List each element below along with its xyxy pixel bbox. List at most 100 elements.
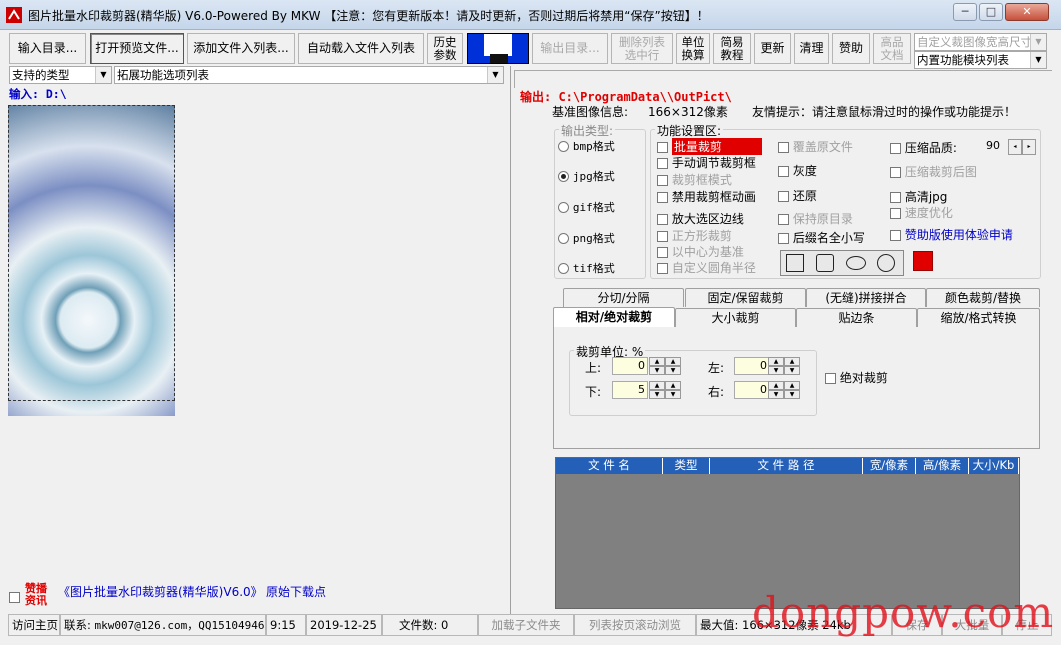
left-down-fast-button[interactable]: ▼ xyxy=(784,366,800,375)
right-down-fast-button[interactable]: ▼ xyxy=(784,390,800,399)
tutorial-button[interactable]: 简易 教程 xyxy=(713,33,751,64)
bottom-down-fast-button[interactable]: ▼ xyxy=(665,390,681,399)
page-scroll-button[interactable]: 列表按页滚动浏览 xyxy=(574,614,696,636)
history-params-button[interactable]: 历史 参数 xyxy=(427,33,463,64)
load-subfolder-button[interactable]: 加载子文件夹 xyxy=(478,614,574,636)
right-down-button[interactable]: ▼ xyxy=(768,390,784,399)
module-list-combo[interactable]: 内置功能模块列表 ▼ xyxy=(914,51,1047,69)
col-filename[interactable]: 文 件 名 xyxy=(556,458,663,474)
splitter[interactable] xyxy=(510,66,511,614)
close-button[interactable]: ✕ xyxy=(1005,3,1049,21)
tab-split[interactable]: 分切/分隔 xyxy=(563,288,684,307)
check-square-crop[interactable]: 正方形裁剪 xyxy=(657,227,732,244)
radio-tif[interactable]: tif格式 xyxy=(558,260,615,276)
check-disable-animation[interactable]: 禁用裁剪框动画 xyxy=(657,188,756,205)
check-trial-apply[interactable]: 赞助版使用体验申请 xyxy=(890,226,1013,243)
update-button[interactable]: 更新 xyxy=(754,33,791,64)
check-manual-adjust[interactable]: 手动调节裁剪框 xyxy=(657,154,756,171)
radio-png[interactable]: png格式 xyxy=(558,230,615,246)
radio-jpg[interactable]: jpg格式 xyxy=(558,168,615,184)
promo-text[interactable]: 《图片批量水印裁剪器(精华版)V6.0》 xyxy=(58,583,263,600)
check-speed-opt[interactable]: 速度优化 xyxy=(890,204,953,221)
tab-fixed-crop[interactable]: 固定/保留裁剪 xyxy=(685,288,806,307)
color-picker-button[interactable] xyxy=(913,251,933,271)
right-input[interactable]: 0 xyxy=(734,381,770,399)
auto-load-button[interactable]: 自动载入文件入列表 xyxy=(298,33,424,64)
radio-gif[interactable]: gif格式 xyxy=(558,199,615,215)
bottom-up-button[interactable]: ▲ xyxy=(649,381,665,390)
extension-options-combo[interactable]: 拓展功能选项列表 ▼ xyxy=(114,66,504,84)
col-height[interactable]: 高/像素 xyxy=(916,458,969,474)
custom-size-combo[interactable]: 自定义裁图像宽高尺寸 ▼ xyxy=(914,33,1047,51)
bottom-down-button[interactable]: ▼ xyxy=(649,390,665,399)
delete-selected-button[interactable]: 删除列表 选中行 xyxy=(611,33,673,64)
hd-doc-button[interactable]: 高品 文档 xyxy=(873,33,911,64)
bottom-input[interactable]: 5 xyxy=(612,381,648,399)
top-input[interactable]: 0 xyxy=(612,357,648,375)
col-type[interactable]: 类型 xyxy=(663,458,710,474)
quality-down-button[interactable]: ◂ xyxy=(1008,139,1022,155)
output-dir-button[interactable]: 输出目录... xyxy=(532,33,608,64)
col-size[interactable]: 大小/Kb xyxy=(969,458,1019,474)
add-files-button[interactable]: 添加文件入列表... xyxy=(187,33,295,64)
check-batch-crop[interactable]: 批量裁剪 xyxy=(657,138,762,155)
tab-edge-strip[interactable]: 贴边条 xyxy=(796,308,917,327)
donate-button[interactable]: 赞助 xyxy=(832,33,870,64)
quality-up-button[interactable]: ▸ xyxy=(1022,139,1036,155)
top-up-fast-button[interactable]: ▲ xyxy=(665,357,681,366)
check-lowercase-ext[interactable]: 后缀名全小写 xyxy=(778,229,865,246)
bottom-up-fast-button[interactable]: ▲ xyxy=(665,381,681,390)
home-button[interactable]: 访问主页 xyxy=(8,614,60,636)
file-type-combo[interactable]: 支持的类型 ▼ xyxy=(9,66,112,84)
clear-button[interactable]: 清理 xyxy=(794,33,829,64)
file-list-grid[interactable]: 文 件 名 类型 文 件 路 径 宽/像素 高/像素 大小/Kb xyxy=(555,457,1020,609)
right-up-fast-button[interactable]: ▲ xyxy=(784,381,800,390)
tab-resize-convert[interactable]: 缩放/格式转换 xyxy=(917,308,1040,327)
check-enlarge-border[interactable]: 放大选区边线 xyxy=(657,210,744,227)
left-input[interactable]: 0 xyxy=(734,357,770,375)
radio-bmp[interactable]: bmp格式 xyxy=(558,138,615,154)
rect-shape-icon[interactable] xyxy=(786,254,804,272)
check-custom-radius[interactable]: 自定义圆角半径 xyxy=(657,259,756,276)
promo-checkbox[interactable] xyxy=(9,590,20,604)
left-up-fast-button[interactable]: ▲ xyxy=(784,357,800,366)
minimize-button[interactable]: ─ xyxy=(953,3,977,21)
check-compress-cropped[interactable]: 压缩裁剪后图 xyxy=(890,163,977,180)
top-down-button[interactable]: ▼ xyxy=(649,366,665,375)
image-size-value: 166×312像素 xyxy=(648,105,728,119)
tab-relative-crop[interactable]: 相对/绝对裁剪 xyxy=(553,307,675,328)
settings-legend: 功能设置区: xyxy=(655,122,724,139)
check-restore[interactable]: 还原 xyxy=(778,187,817,204)
col-path[interactable]: 文 件 路 径 xyxy=(710,458,863,474)
check-compress-quality[interactable]: 压缩品质: xyxy=(890,139,957,156)
crop-selection-box[interactable] xyxy=(8,105,175,401)
col-width[interactable]: 宽/像素 xyxy=(863,458,916,474)
circle-shape-icon[interactable] xyxy=(877,254,895,272)
open-preview-button[interactable]: 打开预览文件... xyxy=(90,33,184,64)
output-path-box xyxy=(514,70,1052,88)
tab-size-crop[interactable]: 大小裁剪 xyxy=(675,308,796,327)
rounded-rect-shape-icon[interactable] xyxy=(816,254,834,272)
check-grayscale[interactable]: 灰度 xyxy=(778,162,817,179)
download-link[interactable]: 原始下载点 xyxy=(266,583,326,600)
ellipse-shape-icon[interactable] xyxy=(846,256,866,270)
tab-color-crop[interactable]: 颜色裁剪/替换 xyxy=(926,288,1040,307)
check-hd-jpg[interactable]: 高清jpg xyxy=(890,188,947,205)
unit-convert-button[interactable]: 单位 换算 xyxy=(676,33,710,64)
check-overwrite[interactable]: 覆盖原文件 xyxy=(778,138,853,155)
left-down-button[interactable]: ▼ xyxy=(768,366,784,375)
input-dir-button[interactable]: 输入目录... xyxy=(9,33,86,64)
check-absolute-crop[interactable]: 绝对裁剪 xyxy=(825,369,888,386)
left-up-button[interactable]: ▲ xyxy=(768,357,784,366)
top-down-fast-button[interactable]: ▼ xyxy=(665,366,681,375)
check-center-base[interactable]: 以中心为基准 xyxy=(657,243,744,260)
check-crop-mode[interactable]: 裁剪框模式 xyxy=(657,171,732,188)
tab-stitch[interactable]: (无缝)拼接拼合 xyxy=(806,288,926,307)
right-up-button[interactable]: ▲ xyxy=(768,381,784,390)
quality-value[interactable]: 90 xyxy=(986,139,1000,152)
top-up-button[interactable]: ▲ xyxy=(649,357,665,366)
chevron-down-icon: ▼ xyxy=(1030,34,1046,50)
save-disk-icon[interactable] xyxy=(467,33,529,64)
check-keep-dir[interactable]: 保持原目录 xyxy=(778,210,853,227)
maximize-button[interactable]: □ xyxy=(979,3,1003,21)
